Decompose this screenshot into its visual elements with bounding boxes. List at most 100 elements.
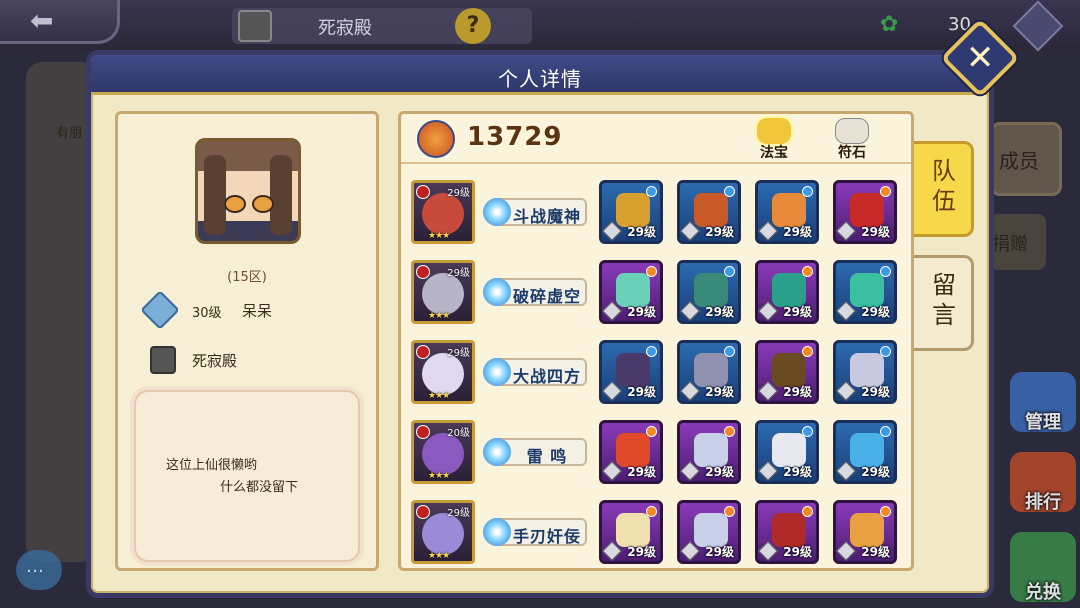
hero-stars: ★★★ — [428, 231, 450, 241]
skill-name: 斗战魔神 — [512, 207, 581, 226]
hero-portrait[interactable]: 20级 ★★★ — [411, 420, 475, 484]
hero-portrait[interactable]: 29级 ★★★ — [411, 340, 475, 404]
element-dot-icon — [802, 266, 813, 277]
element-dot-icon — [646, 506, 657, 517]
level-row: 30级 呆呆 — [140, 290, 366, 330]
element-dot-icon — [802, 426, 813, 437]
skill-name: 雷 鸣 — [526, 447, 568, 466]
treasure-item-icon — [772, 193, 806, 227]
element-dot-icon — [724, 346, 735, 357]
guild-name: 死寂殿 — [192, 352, 238, 370]
item-level: 29级 — [783, 305, 812, 319]
members-button[interactable]: 成员 — [990, 122, 1062, 196]
signature-line-2: 什么都没留下 — [220, 480, 299, 495]
equipment-slot[interactable]: 29级 — [677, 420, 741, 484]
equipment-slot[interactable]: 29级 — [599, 420, 663, 484]
item-level: 29级 — [627, 225, 656, 239]
equipment-slot[interactable]: 29级 — [833, 420, 897, 484]
hero-face — [422, 273, 464, 315]
element-icon — [416, 345, 430, 359]
skill-label: 斗战魔神 — [483, 198, 587, 226]
skill-label: 破碎虚空 — [483, 278, 587, 306]
treasure-item-icon — [850, 193, 884, 227]
treasure-item-icon — [694, 353, 728, 387]
hero-stars: ★★★ — [428, 551, 450, 561]
equipment-slot[interactable]: 29级 — [833, 500, 897, 564]
equipment-slot[interactable]: 29级 — [755, 340, 819, 404]
leaf-currency-icon: ✿ — [880, 12, 899, 37]
element-dot-icon — [646, 266, 657, 277]
item-level: 29级 — [861, 545, 890, 559]
item-level: 29级 — [627, 465, 656, 479]
battle-power-icon — [417, 120, 455, 158]
element-icon — [416, 185, 430, 199]
tab-team[interactable]: 队伍 — [914, 141, 974, 237]
equipment-slot[interactable]: 29级 — [833, 260, 897, 324]
treasure-item-icon — [772, 273, 806, 307]
back-button[interactable]: ⬅ — [0, 0, 120, 44]
equipment-slot[interactable]: 29级 — [599, 260, 663, 324]
treasure-item-icon — [772, 433, 806, 467]
hero-row: 29级 ★★★ 斗战魔神 29级 29级 29级 29级 — [411, 180, 901, 248]
hero-level: 29级 — [447, 348, 470, 359]
item-level: 29级 — [705, 305, 734, 319]
help-button[interactable]: ? — [455, 8, 491, 44]
members-label: 成员 — [999, 149, 1039, 173]
modal-title: 个人详情 — [498, 67, 582, 91]
element-icon — [416, 505, 430, 519]
donate-button[interactable]: 捐赠 — [990, 214, 1046, 270]
equipment-slot[interactable]: 29级 — [755, 420, 819, 484]
player-level: 30级 — [192, 306, 222, 321]
element-dot-icon — [646, 426, 657, 437]
skill-name: 手刃奸佞 — [512, 527, 581, 546]
equipment-slot[interactable]: 29级 — [755, 260, 819, 324]
ranking-button[interactable]: 排行 — [1010, 452, 1076, 513]
equipment-slot[interactable]: 29级 — [833, 340, 897, 404]
equipment-slot[interactable]: 29级 — [599, 340, 663, 404]
manage-button[interactable]: 管理 — [1010, 372, 1076, 433]
element-dot-icon — [724, 426, 735, 437]
skill-label: 大战四方 — [483, 358, 587, 386]
tab-messages[interactable]: 留言 — [914, 255, 974, 351]
equipment-slot[interactable]: 29级 — [833, 180, 897, 244]
element-dot-icon — [724, 266, 735, 277]
exchange-button[interactable]: 兑换 — [1010, 532, 1076, 603]
player-avatar — [195, 138, 301, 244]
item-level: 29级 — [783, 385, 812, 399]
guild-mask-icon — [150, 346, 176, 374]
hero-stars: ★★★ — [428, 391, 450, 401]
tab-messages-label: 留言 — [932, 271, 956, 329]
hero-face — [422, 433, 464, 475]
team-panel: 13729 法宝 符石 29级 ★★★ 斗战魔神 29级 29级 29级 29级 29级 ★★★… — [398, 111, 914, 571]
tab-fabao-label: 法宝 — [760, 145, 788, 161]
equipment-slot[interactable]: 29级 — [677, 500, 741, 564]
element-dot-icon — [802, 506, 813, 517]
signature-line-1: 这位上仙很懒哟 — [166, 458, 258, 473]
item-level: 29级 — [627, 545, 656, 559]
hero-portrait[interactable]: 29级 ★★★ — [411, 180, 475, 244]
element-icon — [416, 425, 430, 439]
equipment-slot[interactable]: 29级 — [599, 180, 663, 244]
tab-fabao[interactable]: 法宝 — [749, 116, 799, 162]
equipment-slot[interactable]: 29级 — [755, 180, 819, 244]
treasure-item-icon — [694, 513, 728, 547]
equipment-slot[interactable]: 29级 — [755, 500, 819, 564]
equipment-slot[interactable]: 29级 — [599, 500, 663, 564]
hero-portrait[interactable]: 29级 ★★★ — [411, 500, 475, 564]
manage-label: 管理 — [1025, 412, 1061, 433]
equipment-slot[interactable]: 29级 — [677, 260, 741, 324]
item-level: 29级 — [783, 225, 812, 239]
element-dot-icon — [724, 506, 735, 517]
tab-fushi-label: 符石 — [838, 145, 866, 161]
equipment-slot[interactable]: 29级 — [677, 180, 741, 244]
chat-button[interactable]: … — [16, 550, 62, 590]
tab-fushi[interactable]: 符石 — [827, 116, 877, 162]
element-dot-icon — [880, 426, 891, 437]
treasure-item-icon — [850, 433, 884, 467]
hero-portrait[interactable]: 29级 ★★★ — [411, 260, 475, 324]
treasure-item-icon — [616, 273, 650, 307]
item-level: 29级 — [705, 545, 734, 559]
treasure-item-icon — [616, 513, 650, 547]
equipment-slot[interactable]: 29级 — [677, 340, 741, 404]
treasure-item-icon — [694, 193, 728, 227]
